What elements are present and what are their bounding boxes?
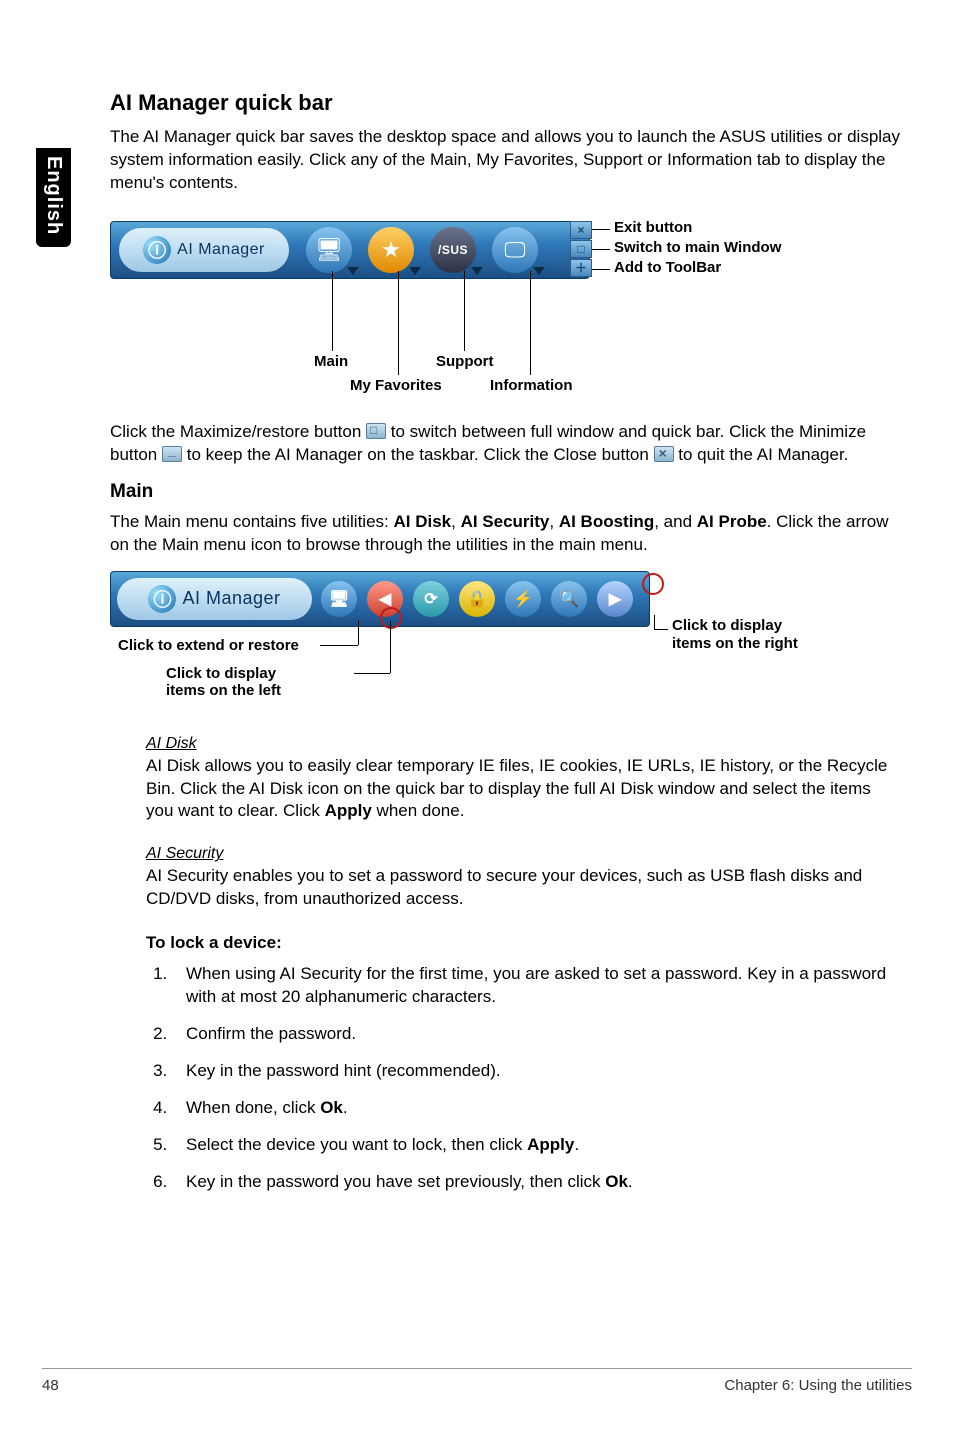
highlight-ring-2 <box>642 573 664 595</box>
switch-window-button[interactable]: □ <box>570 240 592 258</box>
favorites-icon: ★ <box>368 227 414 273</box>
information-icon-wrap[interactable]: 🖵 <box>487 227 543 273</box>
dropdown-arrow-icon <box>409 267 421 275</box>
ai-boosting-icon[interactable]: ⚡ <box>502 578 544 620</box>
main-icon-wrap[interactable]: 🖥 <box>301 227 357 273</box>
label-information: Information <box>490 377 573 394</box>
page-footer: 48 Chapter 6: Using the utilities <box>42 1368 912 1394</box>
minimize-icon <box>162 446 182 462</box>
heading-quick-bar: AI Manager quick bar <box>110 90 900 116</box>
quick-bar-icons: 🖥 ★ /SUS 🖵 <box>301 227 543 273</box>
step-6: Key in the password you have set previou… <box>172 1171 900 1194</box>
close-icon <box>654 446 674 462</box>
main-paragraph: The Main menu contains five utilities: A… <box>110 511 900 557</box>
step-1: When using AI Security for the first tim… <box>172 963 900 1009</box>
support-icon-wrap[interactable]: /SUS <box>425 227 481 273</box>
step-2: Confirm the password. <box>172 1023 900 1046</box>
annot-switch: Switch to main Window <box>614 239 781 256</box>
logo-orb-icon: ⓘ <box>148 585 176 613</box>
main-bar-logo: ⓘ AI Manager <box>117 578 312 620</box>
maximize-icon <box>366 423 386 439</box>
page-content: AI Manager quick bar The AI Manager quic… <box>110 90 900 1208</box>
step-3: Key in the password hint (recommended). <box>172 1060 900 1083</box>
ai-security-body: AI Security enables you to set a passwor… <box>146 865 900 911</box>
maximize-paragraph: Click the Maximize/restore button to swi… <box>110 421 900 467</box>
right-arrow-button[interactable]: ▶ <box>594 578 636 620</box>
heading-main: Main <box>110 481 900 503</box>
quick-bar-diagram: ⓘ AI Manager 🖥 ★ /SUS 🖵 <box>110 211 900 411</box>
support-icon: /SUS <box>430 227 476 273</box>
annot-display-left-1: Click to displayitems on the left <box>166 665 281 699</box>
annot-display-right-2: items on the right <box>672 635 798 652</box>
ai-disk-icon[interactable]: ⟳ <box>410 578 452 620</box>
quick-bar: ⓘ AI Manager 🖥 ★ /SUS 🖵 <box>110 221 590 279</box>
language-side-tab: English <box>36 148 71 247</box>
intro-paragraph: The AI Manager quick bar saves the deskt… <box>110 126 900 195</box>
window-buttons: × □ ＋ <box>570 221 592 277</box>
quick-bar-logo: ⓘ AI Manager <box>119 228 289 272</box>
ai-probe-icon[interactable]: 🔍 <box>548 578 590 620</box>
annot-exit: Exit button <box>614 219 692 236</box>
dropdown-arrow-icon <box>533 267 545 275</box>
step-4: When done, click Ok. <box>172 1097 900 1120</box>
highlight-ring-1 <box>380 607 402 629</box>
dropdown-arrow-icon <box>347 267 359 275</box>
add-toolbar-button[interactable]: ＋ <box>570 259 592 277</box>
utilities-section: AI Disk AI Disk allows you to easily cle… <box>146 735 900 1194</box>
main-section-icon[interactable]: 🖥 <box>318 578 360 620</box>
lock-device-steps: When using AI Security for the first tim… <box>172 963 900 1194</box>
page-number: 48 <box>42 1377 59 1394</box>
label-favorites: My Favorites <box>350 377 442 394</box>
logo-text: AI Manager <box>182 588 280 609</box>
information-icon: 🖵 <box>492 227 538 273</box>
lock-device-heading: To lock a device: <box>146 933 900 953</box>
ai-disk-body: AI Disk allows you to easily clear tempo… <box>146 755 900 824</box>
label-main: Main <box>314 353 348 370</box>
exit-button[interactable]: × <box>570 221 592 239</box>
logo-orb-icon: ⓘ <box>143 236 171 264</box>
main-icon: 🖥 <box>306 227 352 273</box>
annot-extend-restore: Click to extend or restore <box>118 637 299 654</box>
chapter-label: Chapter 6: Using the utilities <box>724 1377 912 1394</box>
favorites-icon-wrap[interactable]: ★ <box>363 227 419 273</box>
ai-disk-heading: AI Disk <box>146 735 900 753</box>
logo-text: AI Manager <box>177 241 265 259</box>
ai-security-heading: AI Security <box>146 845 900 863</box>
dropdown-arrow-icon <box>471 267 483 275</box>
label-support: Support <box>436 353 494 370</box>
annot-add: Add to ToolBar <box>614 259 721 276</box>
annot-display-right-1: Click to display <box>672 617 782 634</box>
ai-security-icon[interactable]: 🔒 <box>456 578 498 620</box>
step-5: Select the device you want to lock, then… <box>172 1134 900 1157</box>
main-bar-diagram: ⓘ AI Manager 🖥 ◀ ⟳ 🔒 ⚡ 🔍 ▶ Click to disp… <box>110 571 900 721</box>
